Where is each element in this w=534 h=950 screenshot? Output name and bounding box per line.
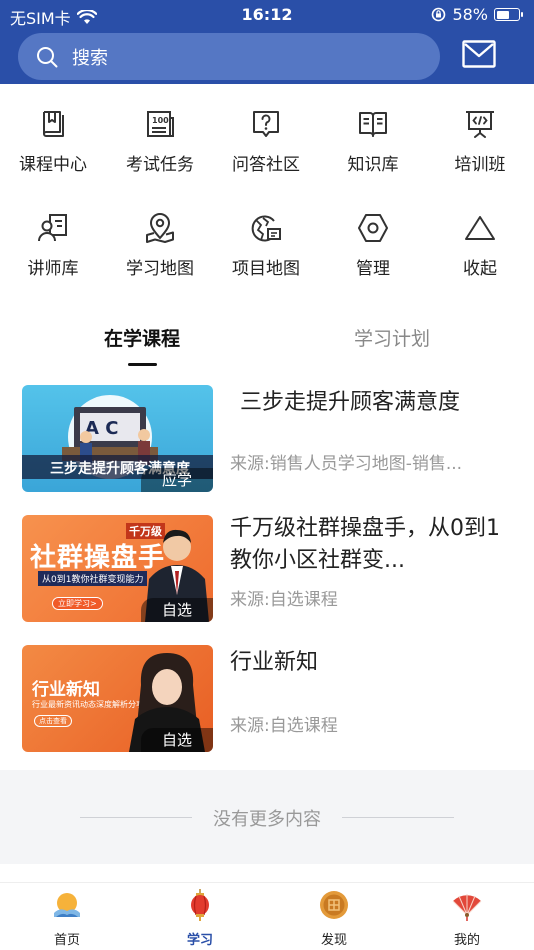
nav-home[interactable]: 首页 — [17, 889, 117, 949]
grid-label: 知识库 — [347, 155, 399, 175]
grid-item-project-map[interactable]: 项目地图 — [213, 188, 319, 288]
status-bar: 无SIM卡 16:12 58% — [0, 0, 534, 30]
grid-item-qa-community[interactable]: 问答社区 — [213, 84, 319, 184]
svg-text:100: 100 — [152, 116, 169, 125]
mail-icon[interactable] — [462, 40, 496, 68]
exam-icon: 100 — [147, 111, 174, 137]
no-more-text: 没有更多内容 — [213, 809, 321, 830]
thumbnail-button: 点击查看 — [34, 715, 72, 727]
course-source: 来源:自选课程 — [230, 716, 338, 736]
divider-right — [342, 817, 454, 818]
grid-item-manage[interactable]: 管理 — [320, 188, 426, 288]
course-source: 来源:销售人员学习地图-销售... — [230, 454, 463, 474]
course-source: 来源:自选课程 — [230, 590, 338, 610]
grid-item-learning-map[interactable]: 学习地图 — [107, 188, 213, 288]
grid-item-exam-tasks[interactable]: 100 考试任务 — [107, 84, 213, 184]
grid-label: 课程中心 — [19, 155, 87, 175]
open-book-icon — [359, 112, 387, 137]
search-placeholder: 搜索 — [72, 47, 108, 69]
grid-label: 问答社区 — [232, 155, 300, 175]
top-header: 无SIM卡 16:12 58% 搜索 — [0, 0, 534, 84]
nav-discover[interactable]: 发现 — [284, 889, 384, 949]
hexagon-icon — [358, 214, 388, 242]
grid-label: 收起 — [463, 259, 497, 279]
grid-item-training-class[interactable]: 培训班 — [427, 84, 533, 184]
course-item[interactable]: A C 三步走提升顾客满意度 应学 三步走提升顾客满意度 来源:销售人员学习地图… — [0, 385, 534, 495]
no-more-footer: 没有更多内容 — [0, 770, 534, 864]
book-icon — [43, 111, 64, 137]
tab-learning-plan[interactable]: 学习计划 — [312, 324, 472, 351]
grid-label: 学习地图 — [126, 259, 194, 279]
grid-item-course-center[interactable]: 课程中心 — [0, 84, 106, 184]
search-bar[interactable]: 搜索 — [18, 33, 440, 80]
grid-label: 考试任务 — [126, 155, 194, 175]
nav-label: 首页 — [53, 933, 80, 948]
grid-item-lecturer-library[interactable]: 讲师库 — [0, 188, 106, 288]
course-title: 千万级社群操盘手，从0到1教你小区社群变... — [230, 516, 500, 573]
course-item[interactable]: 千万级 社群操盘手 从0到1教你社群变现能力 立即学习> 自选 千万级社群操盘手… — [0, 515, 534, 625]
nav-label: 发现 — [320, 933, 347, 948]
course-tag: 自选 — [141, 728, 213, 752]
lecturer-icon — [38, 214, 67, 242]
course-thumbnail: 千万级 社群操盘手 从0到1教你社群变现能力 立即学习> 自选 — [22, 515, 213, 622]
function-grid: 课程中心 100 考试任务 问答社区 知识库 培训班 讲师库 学习地图 项目地图… — [0, 84, 534, 294]
course-thumbnail: 行业新知 行业最新资讯动态深度解析分享 点击查看 自选 — [22, 645, 213, 752]
fan-icon — [452, 894, 482, 921]
course-tag: 自选 — [141, 598, 213, 622]
triangle-up-icon — [465, 216, 495, 240]
course-title: 三步走提升顾客满意度 — [240, 390, 461, 415]
mooncake-icon — [320, 891, 348, 919]
course-tabs: 在学课程 学习计划 — [0, 316, 534, 372]
lantern-icon — [191, 889, 209, 921]
map-pin-icon — [146, 213, 174, 243]
presentation-icon — [466, 111, 494, 138]
battery-icon — [494, 8, 523, 21]
grid-label: 项目地图 — [232, 259, 300, 279]
battery-fill — [496, 10, 509, 19]
tab-learning-courses[interactable]: 在学课程 — [62, 324, 222, 351]
battery-percent: 58% — [452, 5, 488, 24]
grid-label: 培训班 — [454, 155, 506, 175]
nav-learning[interactable]: 学习 — [150, 889, 250, 949]
thumbnail-button: 立即学习> — [52, 597, 103, 610]
grid-label: 管理 — [356, 259, 390, 279]
grid-item-knowledge-base[interactable]: 知识库 — [320, 84, 426, 184]
globe-icon — [251, 215, 281, 242]
course-item[interactable]: 行业新知 行业最新资讯动态深度解析分享 点击查看 自选 行业新知 来源:自选课程 — [0, 645, 534, 755]
course-thumbnail: A C 三步走提升顾客满意度 应学 — [22, 385, 213, 492]
nav-mine[interactable]: 我的 — [417, 889, 517, 949]
thumbnail-headline: 行业新知 — [32, 680, 100, 700]
grid-item-collapse[interactable]: 收起 — [427, 188, 533, 288]
question-icon — [253, 111, 279, 137]
nav-label: 学习 — [186, 933, 213, 948]
course-title: 行业新知 — [230, 650, 319, 675]
course-tag: 应学 — [141, 468, 213, 492]
search-icon — [37, 46, 58, 67]
rotation-lock-icon — [432, 7, 446, 22]
tab-active-indicator — [128, 363, 157, 366]
nav-label: 我的 — [453, 933, 480, 948]
bottom-nav: 首页 学习 发现 我的 — [0, 882, 534, 950]
status-right: 58% — [431, 5, 523, 24]
home-sun-icon — [54, 893, 80, 917]
thumbnail-subtitle: 从0到1教你社群变现能力 — [38, 571, 148, 586]
grid-label: 讲师库 — [27, 259, 79, 279]
